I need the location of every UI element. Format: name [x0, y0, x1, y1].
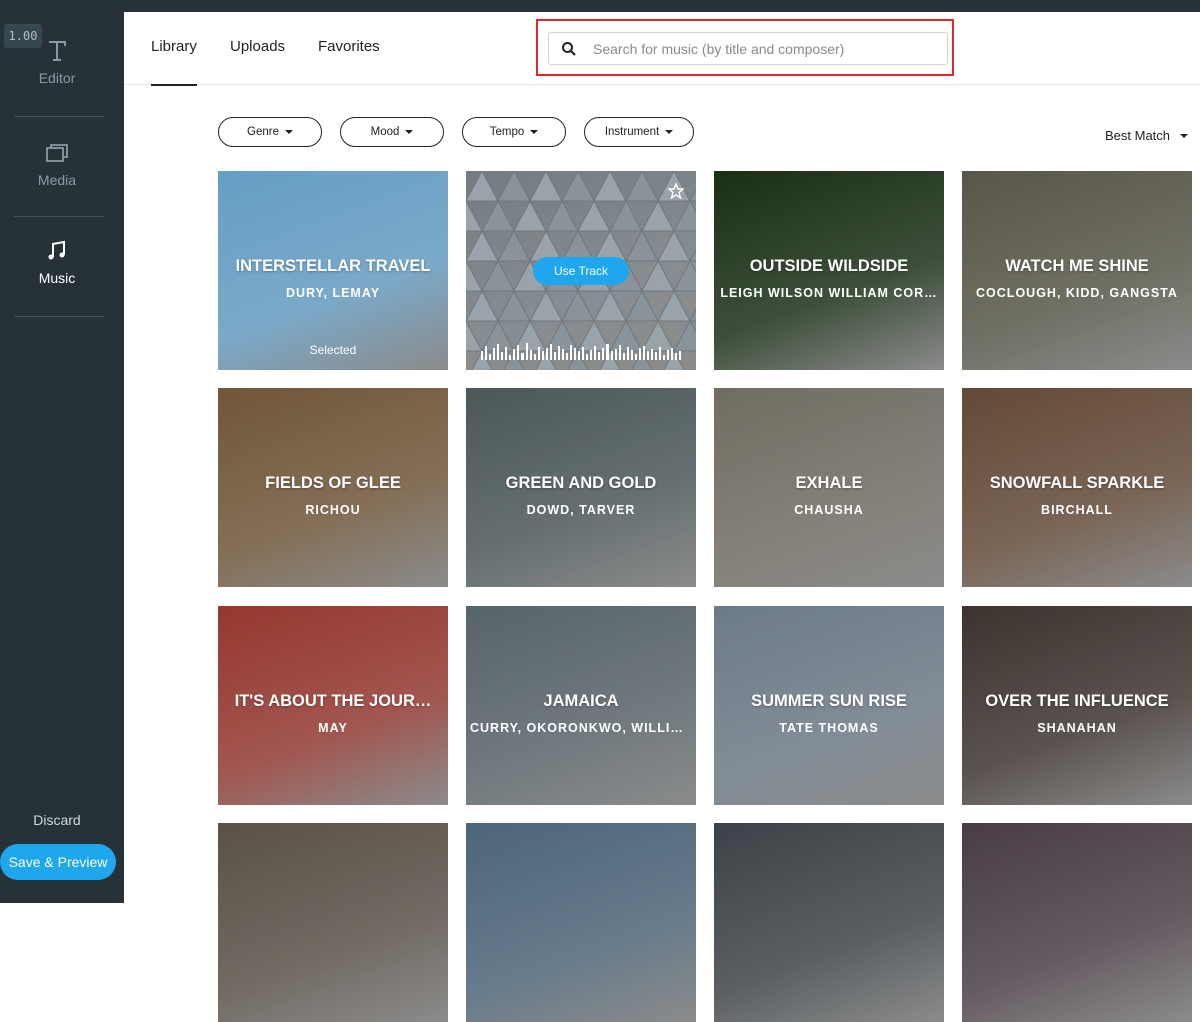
- track-card[interactable]: EXHALE CHAUSHA: [714, 388, 944, 587]
- track-artist: DOWD, TARVER: [526, 503, 636, 517]
- sidebar-item-music[interactable]: Music: [0, 238, 114, 286]
- track-title: INTERSTELLAR TRAVEL: [235, 257, 431, 275]
- track-artist: BIRCHALL: [1041, 503, 1113, 517]
- tab-favorites[interactable]: Favorites: [318, 38, 380, 55]
- filter-label: Genre: [247, 126, 279, 138]
- track-title: SUMMER SUN RISE: [751, 692, 907, 710]
- track-card[interactable]: SNOWFALL SPARKLE BIRCHALL: [962, 388, 1192, 587]
- track-artist: SHANAHAN: [1037, 721, 1117, 735]
- track-card[interactable]: FIELDS OF GLEE RICHOU: [218, 388, 448, 587]
- filter-label: Tempo: [489, 126, 525, 138]
- caret-down-icon: [1180, 133, 1189, 138]
- tab-uploads[interactable]: Uploads: [230, 38, 285, 55]
- track-title: FIELDS OF GLEE: [265, 474, 401, 492]
- track-artist: CURRY, OKORONKWO, WILLIA…: [470, 721, 694, 735]
- sidebar-divider: [14, 316, 104, 317]
- track-card[interactable]: OUTSIDE WILDSIDE LEIGH WILSON WILLIAM COR…: [714, 171, 944, 370]
- track-card[interactable]: WATCH ME SHINE COCLOUGH, KIDD, GANGSTA: [962, 171, 1192, 370]
- track-card[interactable]: Use Track: [466, 171, 696, 370]
- track-title: OVER THE INFLUENCE: [985, 692, 1169, 710]
- track-title: WATCH ME SHINE: [1005, 257, 1149, 275]
- waveform: [481, 342, 682, 360]
- caret-down-icon: [405, 130, 414, 134]
- selected-label: Selected: [309, 343, 357, 357]
- top-strip: [0, 0, 1200, 12]
- sort-label: Best Match: [1105, 128, 1171, 143]
- instrument-filter[interactable]: Instrument: [584, 117, 694, 147]
- search-icon: [562, 42, 576, 56]
- caret-down-icon: [665, 130, 674, 134]
- search-box[interactable]: [548, 32, 948, 65]
- sidebar: 1.00 Editor Media Music Discard Save & P…: [0, 0, 124, 903]
- track-card[interactable]: GREEN AND GOLD DOWD, TARVER: [466, 388, 696, 587]
- sidebar-item-label: Media: [37, 172, 77, 188]
- text-icon: [49, 41, 66, 61]
- sidebar-item-label: Editor: [38, 70, 76, 86]
- sidebar-divider: [14, 216, 104, 217]
- caret-down-icon: [530, 130, 539, 134]
- track-artist: MAY: [318, 721, 348, 735]
- track-card[interactable]: JAMAICA CURRY, OKORONKWO, WILLIA…: [466, 606, 696, 805]
- search-input[interactable]: [593, 38, 933, 60]
- filter-label: Mood: [370, 126, 400, 138]
- sidebar-item-editor[interactable]: Editor: [0, 38, 114, 86]
- tab-library[interactable]: Library: [151, 38, 197, 86]
- genre-filter[interactable]: Genre: [218, 117, 322, 147]
- mood-filter[interactable]: Mood: [340, 117, 444, 147]
- sort-dropdown[interactable]: Best Match: [1105, 128, 1189, 143]
- track-card[interactable]: SUMMER SUN RISE TATE THOMAS: [714, 606, 944, 805]
- music-note-icon: [48, 240, 65, 260]
- use-track-button[interactable]: Use Track: [533, 257, 629, 285]
- track-artist: CHAUSHA: [794, 503, 864, 517]
- track-title: SNOWFALL SPARKLE: [989, 474, 1165, 492]
- track-artist: DURY, LEMAY: [285, 286, 381, 300]
- star-icon[interactable]: [668, 183, 684, 199]
- sidebar-item-media[interactable]: Media: [0, 140, 114, 188]
- track-card[interactable]: [218, 823, 448, 1022]
- track-card[interactable]: [466, 823, 696, 1022]
- track-title: EXHALE: [795, 474, 863, 492]
- caret-down-icon: [284, 130, 293, 134]
- sidebar-divider: [14, 116, 104, 117]
- card-shade: [218, 823, 448, 1022]
- track-card[interactable]: INTERSTELLAR TRAVEL DURY, LEMAY Selected: [218, 171, 448, 370]
- card-shade: [466, 823, 696, 1022]
- track-card[interactable]: OVER THE INFLUENCE SHANAHAN: [962, 606, 1192, 805]
- track-card[interactable]: [714, 823, 944, 1022]
- track-title: OUTSIDE WILDSIDE: [749, 257, 909, 275]
- media-icon: [46, 144, 68, 162]
- save-preview-button[interactable]: Save & Preview: [0, 844, 116, 880]
- track-artist: RICHOU: [305, 503, 361, 517]
- discard-button[interactable]: Discard: [0, 812, 114, 828]
- track-artist: TATE THOMAS: [779, 721, 879, 735]
- track-title: GREEN AND GOLD: [505, 474, 657, 492]
- filter-label: Instrument: [604, 126, 660, 138]
- track-title: IT'S ABOUT THE JOUR…: [234, 692, 432, 710]
- card-shade: [962, 823, 1192, 1022]
- sidebar-item-label: Music: [38, 270, 76, 286]
- track-card[interactable]: IT'S ABOUT THE JOUR… MAY: [218, 606, 448, 805]
- track-artist: COCLOUGH, KIDD, GANGSTA: [976, 286, 1178, 300]
- card-shade: [714, 823, 944, 1022]
- tempo-filter[interactable]: Tempo: [462, 117, 566, 147]
- track-artist: LEIGH WILSON WILLIAM COR…: [720, 286, 938, 300]
- track-card[interactable]: [962, 823, 1192, 1022]
- track-title: JAMAICA: [543, 692, 619, 710]
